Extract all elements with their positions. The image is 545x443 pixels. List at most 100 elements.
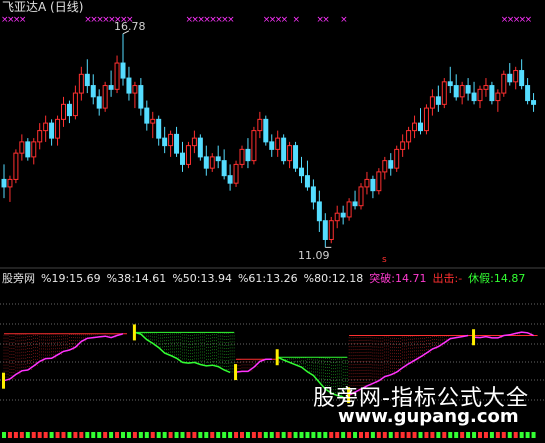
tape-block: [299, 432, 304, 438]
candle-body: [203, 156, 209, 169]
candle-body: [96, 96, 102, 109]
candle-body: [388, 160, 394, 169]
candle-body: [185, 145, 191, 165]
candle-body: [429, 96, 435, 109]
tape-block: [293, 432, 298, 438]
candle-body: [191, 137, 197, 147]
candle-body: [132, 85, 138, 94]
tape-block: [281, 432, 286, 438]
segment-start-marker: [132, 324, 136, 341]
candle-body: [245, 148, 251, 162]
candle-body: [471, 92, 477, 102]
tape-block: [198, 432, 203, 438]
candle-body: [400, 141, 406, 150]
tape-block: [430, 432, 435, 438]
candle-body: [162, 137, 168, 147]
tape-block: [138, 432, 143, 438]
segment-start-marker: [275, 349, 279, 366]
candle-body: [453, 85, 459, 98]
candle-body: [370, 178, 376, 192]
candle-body: [84, 73, 90, 87]
candle-body: [334, 212, 340, 222]
tape-block: [341, 432, 346, 438]
indicator-legend: 股旁网 %19:15.69 %38:14.61 %50:13.94 %61:13…: [2, 272, 531, 286]
candle-body: [495, 92, 501, 102]
marker-x: ×: [227, 15, 235, 25]
candle-body: [465, 85, 471, 94]
candle-body: [13, 152, 19, 180]
signal-s-marker: s: [382, 255, 387, 265]
candle-body: [102, 85, 108, 109]
candle-body: [19, 141, 25, 154]
candle-body: [501, 73, 507, 94]
signal-markers: ×××× ×××××××× ×××××××× ×××× × ×× × ×××××: [1, 15, 532, 25]
tape-block: [370, 432, 375, 438]
tape-block: [168, 432, 173, 438]
candle-body: [233, 163, 239, 184]
candle-body: [72, 92, 78, 117]
candle-body: [120, 62, 126, 79]
tape-block: [287, 432, 292, 438]
candle-body: [376, 171, 382, 192]
breakout-value: 突破:14.71: [369, 272, 427, 285]
candle-body: [269, 141, 275, 150]
tape-block: [275, 432, 280, 438]
tape-block: [406, 432, 411, 438]
candle-body: [227, 175, 233, 184]
tape-block: [162, 432, 167, 438]
candle-body: [423, 107, 429, 132]
tape-block: [240, 432, 244, 438]
candlestick-series: [1, 33, 537, 248]
candle-body: [513, 70, 519, 83]
candle-body: [364, 178, 370, 188]
candle-body: [346, 201, 352, 218]
marker-x: ×: [19, 15, 27, 25]
tape-block: [121, 432, 125, 438]
tape-block: [85, 432, 90, 438]
tape-block: [317, 432, 322, 438]
candle-body: [25, 141, 31, 158]
candle-body: [483, 85, 489, 90]
tape-block: [2, 432, 6, 438]
indicator-name: 股旁网: [2, 272, 35, 285]
tape-block: [519, 432, 524, 438]
candle-body: [61, 103, 66, 120]
segment-start-marker: [2, 372, 5, 389]
candle-body: [209, 156, 215, 169]
tape-block: [525, 432, 530, 438]
tape-block: [424, 432, 429, 438]
tape-block: [210, 432, 215, 438]
candle-body: [197, 137, 203, 158]
candle-body: [340, 212, 346, 218]
candle-body: [49, 122, 55, 139]
candle-body: [263, 118, 269, 143]
tape-block: [144, 432, 149, 438]
candle-body: [507, 73, 513, 83]
candle-body: [406, 130, 412, 143]
tape-block: [483, 432, 488, 438]
candle-body: [459, 85, 465, 98]
tape-block: [37, 432, 42, 438]
tape-block: [251, 432, 256, 438]
tape-block: [186, 432, 191, 438]
tape-block: [412, 432, 417, 438]
candle-body: [90, 85, 96, 98]
volume-tape: [2, 432, 536, 438]
candle-body: [144, 107, 150, 124]
tape-block: [364, 432, 369, 438]
candle-body: [441, 81, 447, 105]
candle-body: [316, 201, 322, 222]
candle-body: [489, 85, 495, 102]
candle-body: [299, 167, 304, 177]
candle-body: [126, 77, 132, 94]
low-price-label: 11.09: [298, 249, 330, 262]
candle-body: [174, 133, 180, 154]
candle-body: [358, 186, 364, 207]
tape-block: [394, 432, 399, 438]
candle-body: [114, 62, 120, 90]
candle-body: [418, 122, 423, 132]
tape-block: [245, 432, 250, 438]
candle-body: [477, 88, 483, 102]
attack-value: 出击:-: [432, 272, 463, 285]
segment-start-marker: [472, 329, 476, 346]
